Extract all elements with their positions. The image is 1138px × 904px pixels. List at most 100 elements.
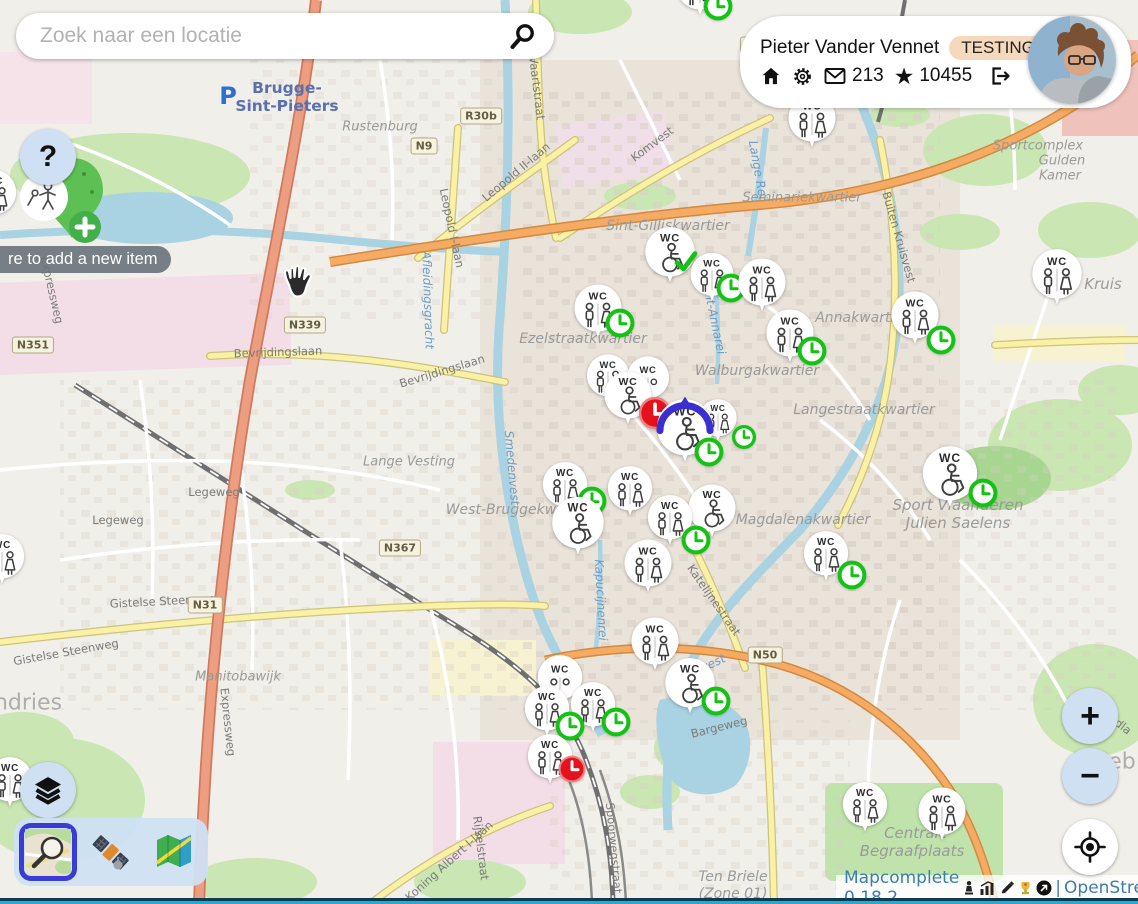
help-button[interactable]: ? bbox=[20, 129, 76, 185]
map-label: Komvest bbox=[628, 123, 676, 164]
closed-clock-badge bbox=[557, 754, 587, 784]
map-label: Bevrijdingslaan bbox=[398, 351, 487, 390]
geolocate-button[interactable] bbox=[1062, 819, 1118, 875]
svg-text:WC: WC bbox=[618, 376, 637, 388]
svg-text:WC: WC bbox=[599, 359, 616, 370]
map-label: Vaartstraat bbox=[526, 55, 548, 120]
svg-text:WC: WC bbox=[817, 537, 835, 548]
road-ref-badge: N50 bbox=[748, 647, 783, 664]
zoom-out-label: − bbox=[1080, 757, 1100, 796]
svg-text:WC: WC bbox=[932, 794, 951, 806]
background-option-map[interactable] bbox=[145, 823, 203, 881]
selected-arc bbox=[653, 395, 717, 442]
map-label: Lange Rei bbox=[746, 139, 770, 200]
map-label: Rustenburg bbox=[342, 120, 417, 135]
map-label: Kapucijnenrei bbox=[592, 559, 610, 641]
svg-text:WC: WC bbox=[752, 265, 771, 277]
user-name: Pieter Vander Vennet bbox=[760, 37, 939, 59]
star-icon: ★ bbox=[894, 65, 915, 88]
road-ref-badge: R30b bbox=[460, 108, 502, 125]
svg-text:WC: WC bbox=[584, 688, 602, 699]
mapcomplete-app: Brugge-Sint-PietersRustenburgVaartstraat… bbox=[0, 0, 1138, 904]
map-label: Langestraatkwartier bbox=[793, 402, 935, 418]
map-label: Kamer bbox=[1039, 169, 1081, 184]
contributor-icon[interactable] bbox=[962, 880, 976, 896]
star-count: 10455 bbox=[919, 65, 972, 87]
map-label: Expressweg bbox=[217, 687, 238, 757]
maplibre-icon[interactable] bbox=[1036, 880, 1052, 896]
svg-text:WC: WC bbox=[1047, 256, 1067, 268]
zoom-in-button[interactable]: + bbox=[1062, 688, 1118, 744]
map-overlay-layer: Brugge-Sint-PietersRustenburgVaartstraat… bbox=[0, 0, 1138, 904]
svg-text:WC: WC bbox=[661, 501, 679, 512]
background-layer-chooser bbox=[14, 818, 208, 886]
road-ref-badge: N31 bbox=[188, 597, 223, 614]
opening-hours-badge bbox=[694, 437, 724, 467]
map-label: Legeweg bbox=[188, 485, 239, 499]
map-label: Manitobawijk bbox=[195, 670, 281, 685]
svg-text:WC: WC bbox=[939, 451, 961, 465]
svg-text:WC: WC bbox=[556, 468, 574, 479]
search-bar bbox=[16, 13, 554, 59]
zoom-in-label: + bbox=[1080, 697, 1100, 736]
map-label: Spoorwegstraat bbox=[603, 802, 625, 894]
svg-text:WC: WC bbox=[905, 298, 924, 310]
background-option-satellite[interactable] bbox=[82, 823, 140, 881]
svg-text:WC: WC bbox=[1, 763, 19, 774]
avatar[interactable] bbox=[1028, 16, 1116, 104]
search-icon[interactable] bbox=[508, 21, 538, 51]
josm-trophy-icon[interactable] bbox=[1018, 880, 1033, 896]
layers-button[interactable] bbox=[20, 762, 76, 818]
messages-icon[interactable] bbox=[823, 64, 847, 88]
gear-icon[interactable] bbox=[792, 66, 813, 87]
svg-text:WC: WC bbox=[621, 472, 639, 483]
svg-text:WC: WC bbox=[703, 259, 720, 270]
opening-hours-badge bbox=[703, 0, 733, 21]
add-item-tooltip: re to add a new item bbox=[0, 246, 171, 273]
map-label: Smedenvest bbox=[502, 430, 522, 506]
road-ref-badge: N339 bbox=[284, 317, 326, 334]
map-label: Buiten Kruisvest bbox=[879, 190, 918, 284]
message-count: 213 bbox=[852, 65, 884, 87]
opening-hours-badge bbox=[968, 478, 998, 508]
svg-text:WC: WC bbox=[660, 232, 680, 244]
map-label: Katelijnestraat bbox=[684, 562, 744, 639]
svg-text:WC: WC bbox=[541, 740, 559, 751]
statistics-icon[interactable] bbox=[979, 880, 996, 896]
svg-text:WC: WC bbox=[551, 665, 569, 676]
home-icon[interactable] bbox=[760, 65, 782, 87]
logout-icon[interactable] bbox=[988, 64, 1012, 88]
map-label: Leopold II-laan bbox=[479, 140, 553, 205]
svg-text:WC: WC bbox=[538, 692, 556, 703]
background-option-osm[interactable] bbox=[19, 823, 77, 881]
svg-text:WC: WC bbox=[856, 788, 874, 799]
edit-pencil-icon[interactable] bbox=[999, 880, 1015, 896]
map-label: Sportcomplex bbox=[993, 139, 1083, 154]
osm-link[interactable]: OpenStreetMap bbox=[1064, 878, 1138, 898]
map-label: Magdalenakwartier bbox=[736, 512, 871, 528]
map-label: Ten Briele bbox=[698, 869, 767, 885]
bottom-accent-bar bbox=[0, 898, 1138, 904]
opening-hours-badge bbox=[926, 325, 956, 355]
opening-hours-badge bbox=[732, 425, 757, 450]
map-label: Bevrijdingslaan bbox=[234, 343, 323, 360]
search-input[interactable] bbox=[38, 23, 508, 49]
map-label: P bbox=[219, 82, 237, 110]
map-label: ndries bbox=[0, 691, 62, 716]
road-ref-badge: N367 bbox=[379, 540, 421, 557]
map-label: Lange Vesting bbox=[363, 455, 455, 470]
attribution-separator: | bbox=[1055, 878, 1061, 898]
svg-text:WC: WC bbox=[0, 540, 11, 551]
svg-text:WC: WC bbox=[780, 316, 799, 328]
zoom-out-button[interactable]: − bbox=[1062, 748, 1118, 804]
map-label: Gistelse Steenweg bbox=[12, 636, 119, 668]
opening-hours-badge bbox=[797, 336, 827, 366]
map-label: Julien Saelens bbox=[906, 514, 1010, 532]
map-label: Koning Albert I-laan bbox=[402, 818, 495, 904]
opening-hours-badge bbox=[601, 707, 631, 737]
help-label: ? bbox=[39, 140, 57, 174]
svg-text:WC: WC bbox=[702, 489, 721, 501]
opening-hours-badge bbox=[837, 560, 867, 590]
map-label: Leopold I-laan bbox=[437, 187, 468, 269]
map-label: Sint-Pieters bbox=[235, 97, 338, 115]
